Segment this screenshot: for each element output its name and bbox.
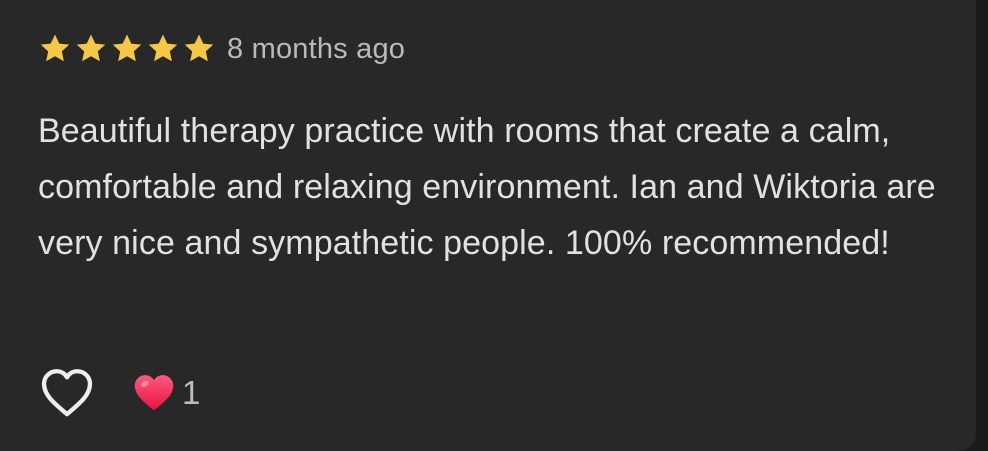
star-icon [148,34,178,62]
review-actions: 1 [38,364,200,422]
heart-filled-icon [134,375,174,411]
review-card: 8 months ago Beautiful therapy practice … [0,0,976,451]
star-icon [40,34,70,62]
review-timestamp: 8 months ago [227,32,406,65]
star-icon [112,34,142,62]
star-icon [76,34,106,62]
rating-row: 8 months ago [37,30,405,68]
heart-outline-icon[interactable] [38,364,96,422]
star-icon [184,34,214,62]
reaction-summary[interactable]: 1 [132,371,200,415]
star-rating [37,31,217,67]
reaction-count: 1 [182,374,201,411]
review-body: Beautiful therapy practice with rooms th… [38,112,936,262]
